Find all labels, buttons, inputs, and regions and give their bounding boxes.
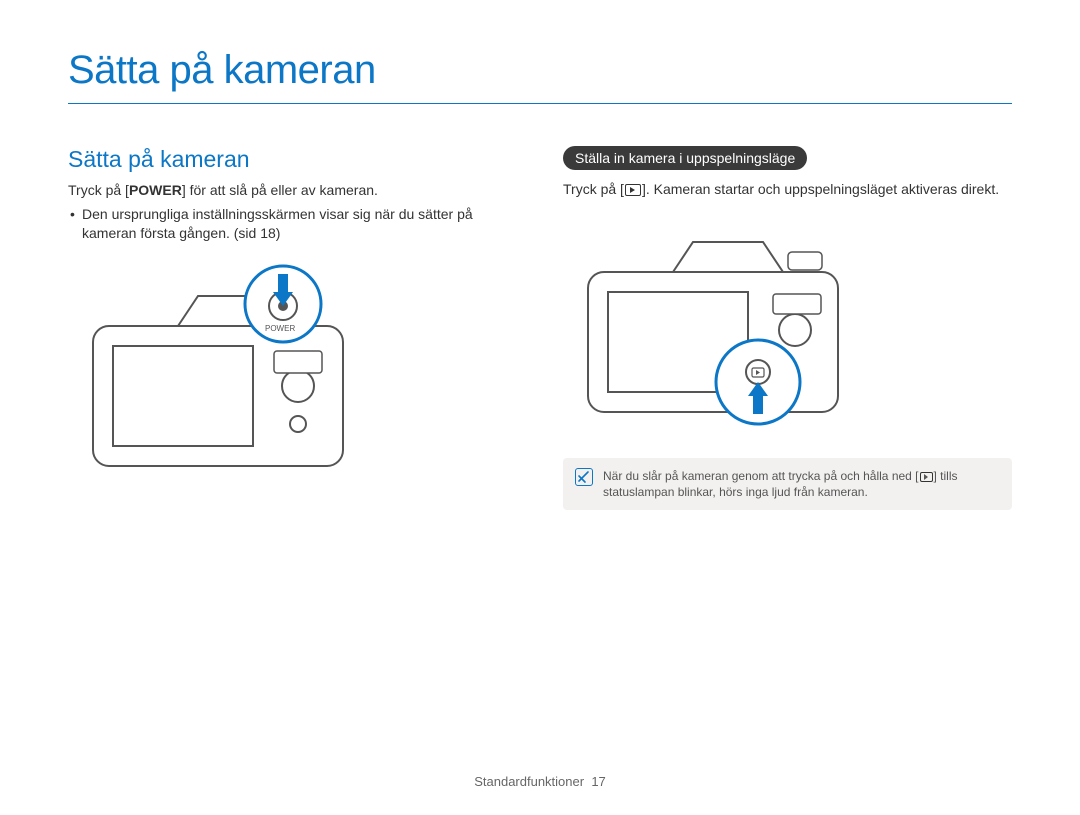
right-line1: Tryck på [ ]. Kameran startar och uppspel… xyxy=(563,180,1012,200)
camera-figure-power: POWER xyxy=(68,256,517,486)
note-icon xyxy=(575,468,593,486)
play-icon xyxy=(625,184,641,196)
footer-label: Standardfunktioner xyxy=(474,774,584,789)
left-line1-post: ] för att slå på eller av kameran. xyxy=(182,182,378,198)
camera-figure-playback xyxy=(563,212,1012,442)
note-pre: När du slår på kameran genom att trycka … xyxy=(603,469,919,483)
page-footer: Standardfunktioner 17 xyxy=(0,774,1080,789)
page-title: Sätta på kameran xyxy=(68,48,1012,104)
left-line1: Tryck på [POWER] för att slå på eller av… xyxy=(68,181,517,201)
left-bullet1: Den ursprungliga inställningsskärmen vis… xyxy=(68,205,517,244)
content-columns: Sätta på kameran Tryck på [POWER] för at… xyxy=(68,146,1012,510)
right-column: Ställa in kamera i uppspelningsläge Tryc… xyxy=(563,146,1012,510)
footer-page: 17 xyxy=(591,774,605,789)
note-text: När du slår på kameran genom att trycka … xyxy=(603,468,1000,500)
left-line1-pre: Tryck på [ xyxy=(68,182,129,198)
left-column: Sätta på kameran Tryck på [POWER] för at… xyxy=(68,146,517,510)
play-icon xyxy=(920,472,933,482)
right-pill: Ställa in kamera i uppspelningsläge xyxy=(563,146,807,170)
power-label: POWER xyxy=(129,182,182,198)
right-line1-post: ]. Kameran startar och uppspelningsläget… xyxy=(642,181,999,197)
left-heading: Sätta på kameran xyxy=(68,146,517,173)
svg-text:POWER: POWER xyxy=(265,324,295,333)
right-line1-pre: Tryck på [ xyxy=(563,181,624,197)
note-box: När du slår på kameran genom att trycka … xyxy=(563,458,1012,510)
